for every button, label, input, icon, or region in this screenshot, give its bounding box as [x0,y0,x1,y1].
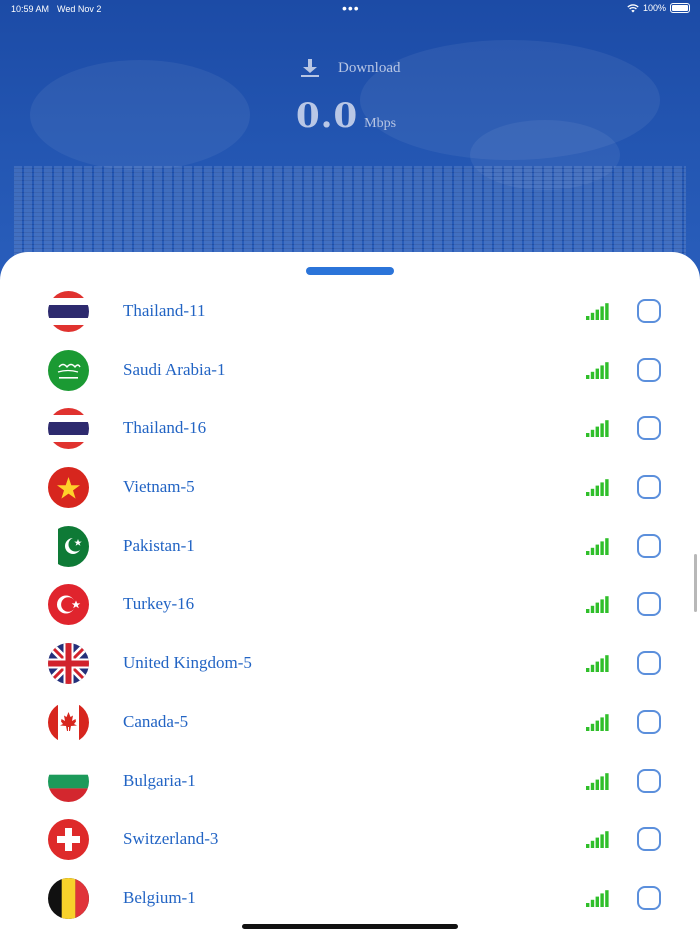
server-select-checkbox[interactable] [637,827,661,852]
server-name: United Kingdom-5 [123,653,252,673]
signal-strength-icon [586,713,610,731]
server-name: Canada-5 [123,711,189,731]
server-row[interactable]: United Kingdom-5 [0,634,700,693]
server-name: Bulgaria-1 [123,770,196,790]
server-row[interactable]: Saudi Arabia-1 [0,341,700,400]
server-select-checkbox[interactable] [637,709,661,734]
battery-percent: 100% [642,3,666,13]
server-name: Thailand-16 [123,418,207,438]
server-select-checkbox[interactable] [637,885,661,910]
signal-strength-icon [586,830,610,849]
speed-unit: Mbps [364,116,397,131]
server-row[interactable]: Turkey-16 [0,575,700,634]
server-row[interactable]: Bulgaria-1 [0,752,700,811]
server-select-checkbox[interactable] [637,475,661,500]
speed-value: 0.0 [296,96,359,136]
signal-strength-icon [586,772,610,790]
status-time: 10:59 AM [11,4,50,14]
server-name: Pakistan-1 [123,535,195,555]
world-map-shape [30,60,250,170]
pakistan-flag-icon [48,525,89,567]
download-row: Download [299,57,401,79]
server-name: Vietnam-5 [123,477,195,497]
server-row[interactable]: Switzerland-3 [0,810,700,869]
signal-strength-icon [586,654,610,673]
switzerland-flag-icon [48,819,89,861]
wifi-icon [627,4,639,13]
server-list: Thailand-11 Saudi Arabia-1 Thailand-16 Viet… [0,282,700,928]
server-sheet: Thailand-11 Saudi Arabia-1 Thailand-16 Viet… [0,252,700,934]
thailand-flag-icon [48,408,89,450]
status-date: Wed Nov 2 [57,4,102,14]
server-select-checkbox[interactable] [637,416,661,441]
signal-strength-icon [586,537,610,555]
server-row[interactable]: Thailand-11 [0,282,700,341]
canada-flag-icon [48,701,89,743]
signal-strength-icon [586,478,610,497]
status-right: 100% [627,3,690,13]
server-select-checkbox[interactable] [637,533,661,558]
server-row[interactable]: Pakistan-1 [0,517,700,576]
server-name: Belgium-1 [123,887,196,907]
signal-strength-icon [586,302,610,320]
server-row[interactable]: Vietnam-5 [0,458,700,517]
download-icon [301,59,319,77]
speed-readout: 0.0 Mbps [296,96,396,136]
status-bar: 10:59 AM Wed Nov 2 ••• 100% [0,0,700,20]
battery-icon [670,3,690,13]
server-select-checkbox[interactable] [637,299,661,323]
turkey-flag-icon [48,584,89,626]
home-indicator[interactable] [242,924,458,929]
server-name: Switzerland-3 [123,829,219,849]
speed-graph-bars [14,166,686,256]
signal-strength-icon [586,361,610,379]
scrollbar[interactable] [694,554,697,612]
download-label: Download [338,59,401,76]
thailand-flag-icon [48,291,89,332]
signal-strength-icon [586,419,610,438]
server-name: Turkey-16 [123,594,195,614]
server-select-checkbox[interactable] [637,357,661,382]
server-row[interactable]: Belgium-1 [0,869,700,928]
server-row[interactable]: Canada-5 [0,693,700,752]
server-select-checkbox[interactable] [637,768,661,793]
vietnam-flag-icon [48,467,89,509]
server-name: Saudi Arabia-1 [123,359,226,379]
saudi-arabia-flag-icon [48,349,89,391]
server-select-checkbox[interactable] [637,592,661,617]
united-kingdom-flag-icon [48,643,89,685]
sheet-drag-handle[interactable] [306,267,394,275]
server-row[interactable]: Thailand-16 [0,399,700,458]
server-name: Thailand-11 [123,301,206,320]
server-select-checkbox[interactable] [637,651,661,676]
multitasking-dots-icon[interactable]: ••• [342,0,360,16]
signal-strength-icon [586,595,610,614]
bulgaria-flag-icon [48,760,89,802]
signal-strength-icon [586,889,610,907]
belgium-flag-icon [48,877,89,919]
